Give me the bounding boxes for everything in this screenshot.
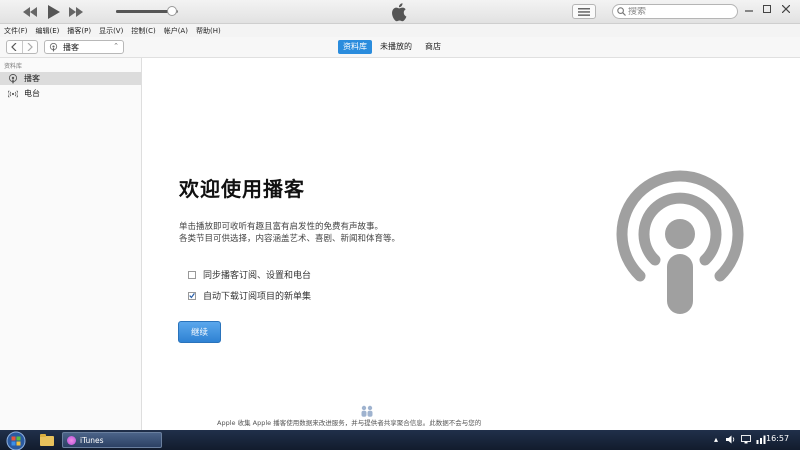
history-nav (6, 40, 38, 54)
menu-view[interactable]: 显示(V) (99, 26, 123, 36)
description-line: 单击播放即可收听有趣且富有启发性的免费有声故事。 (179, 222, 384, 232)
checkmark-icon (189, 293, 195, 299)
tab-store[interactable]: 商店 (420, 40, 446, 54)
privacy-people-icon (361, 405, 373, 417)
system-tray: ▴ (706, 434, 766, 444)
chevron-right-icon (27, 43, 33, 51)
close-button[interactable] (779, 2, 793, 16)
podcast-logo-icon (616, 170, 744, 314)
taskbar: iTunes ▴ 16:57 (0, 430, 800, 450)
view-tabs: 资料库 未播放的 商店 (338, 40, 449, 54)
menu-account[interactable]: 帐户(A) (164, 26, 188, 36)
list-view-button[interactable] (572, 4, 596, 19)
rewind-icon (23, 7, 37, 17)
action-center-icon[interactable] (741, 434, 751, 444)
privacy-note-tail: 此数据不会与您的 (429, 419, 482, 427)
auto-download-checkbox[interactable] (188, 291, 196, 300)
volume-slider[interactable] (116, 6, 178, 16)
minimize-icon (745, 10, 753, 12)
maximize-button[interactable] (760, 2, 774, 16)
sidebar-item-radio[interactable]: 电台 (0, 87, 141, 100)
sidebar: 资料库 播客 电台 (0, 58, 142, 430)
privacy-note: Apple 收集 Apple 播客使用数据来改进服务，并与提供者共享聚合信息。此… (217, 417, 481, 427)
start-button-icon[interactable] (3, 431, 29, 450)
title-bar (0, 0, 800, 24)
search-box[interactable] (612, 4, 738, 19)
taskbar-itunes[interactable]: iTunes (62, 432, 162, 448)
apple-logo-icon (392, 3, 407, 22)
fast-forward-button[interactable] (68, 3, 84, 21)
volume-fill (116, 10, 172, 13)
close-icon (782, 5, 790, 13)
folder-icon (40, 434, 54, 446)
continue-button[interactable]: 继续 (178, 321, 221, 343)
taskbar-clock: 16:57 (766, 434, 790, 443)
menu-edit[interactable]: 编辑(E) (36, 26, 60, 36)
main-content: 欢迎使用播客 单击播放即可收听有趣且富有启发性的免费有声故事。 各类节目可供选择… (143, 58, 800, 430)
forward-button[interactable] (21, 41, 38, 53)
sidebar-item-podcasts[interactable]: 播客 (0, 72, 141, 85)
taskbar-app-label: iTunes (80, 435, 104, 445)
option-sync-subscriptions[interactable]: 同步播客订阅、设置和电台 (188, 268, 311, 281)
podcast-icon (8, 73, 18, 84)
list-icon (578, 7, 590, 16)
chevron-left-icon (11, 43, 17, 51)
network-icon[interactable] (756, 434, 766, 444)
volume-knob[interactable] (166, 6, 177, 16)
privacy-note-text: Apple 收集 Apple 播客使用数据来改进服务，并与提供者共享聚合信息。 (217, 419, 430, 427)
radio-icon (8, 89, 18, 99)
chevron-up-icon[interactable]: ▴ (711, 434, 721, 444)
option-label: 同步播客订阅、设置和电台 (203, 271, 312, 281)
sync-checkbox[interactable] (188, 270, 196, 279)
welcome-description: 单击播放即可收听有趣且富有启发性的免费有声故事。 各类节目可供选择，内容涵盖艺术… (179, 221, 400, 245)
page-title: 欢迎使用播客 (179, 177, 305, 201)
search-input[interactable] (628, 6, 728, 17)
menu-podcast[interactable]: 播客(P) (67, 26, 91, 36)
menu-file[interactable]: 文件(F) (4, 26, 28, 36)
updown-chevron-icon: ⌃ (113, 42, 119, 50)
menu-bar: 文件(F) 编辑(E) 播客(P) 显示(V) 控制(C) 帐户(A) 帮助(H… (0, 24, 800, 37)
media-kind-label: 播客 (63, 42, 79, 52)
option-label: 自动下载订阅项目的新单集 (203, 292, 312, 302)
fast-forward-icon (69, 7, 83, 17)
podcast-icon (49, 42, 58, 52)
itunes-icon (67, 435, 76, 445)
sidebar-heading: 资料库 (4, 63, 23, 70)
media-kind-picker[interactable]: 播客 ⌃ (44, 40, 124, 54)
volume-icon[interactable] (726, 434, 736, 444)
sidebar-item-label: 播客 (24, 74, 40, 83)
play-icon (48, 5, 60, 19)
tab-library[interactable]: 资料库 (338, 40, 372, 54)
tab-unplayed[interactable]: 未播放的 (375, 40, 417, 54)
sidebar-item-label: 电台 (24, 89, 40, 98)
minimize-button[interactable] (742, 2, 756, 16)
description-line: 各类节目可供选择，内容涵盖艺术、喜剧、新闻和体育等。 (179, 234, 401, 244)
nav-bar: 播客 ⌃ 资料库 未播放的 商店 (0, 37, 800, 58)
back-button[interactable] (7, 41, 22, 53)
taskbar-explorer[interactable] (40, 432, 54, 448)
play-button[interactable] (46, 3, 62, 21)
menu-help[interactable]: 帮助(H) (196, 26, 221, 36)
menu-controls[interactable]: 控制(C) (131, 26, 155, 36)
rewind-button[interactable] (22, 3, 38, 21)
maximize-icon (763, 5, 771, 13)
search-icon (617, 7, 626, 16)
option-auto-download[interactable]: 自动下载订阅项目的新单集 (188, 289, 311, 302)
